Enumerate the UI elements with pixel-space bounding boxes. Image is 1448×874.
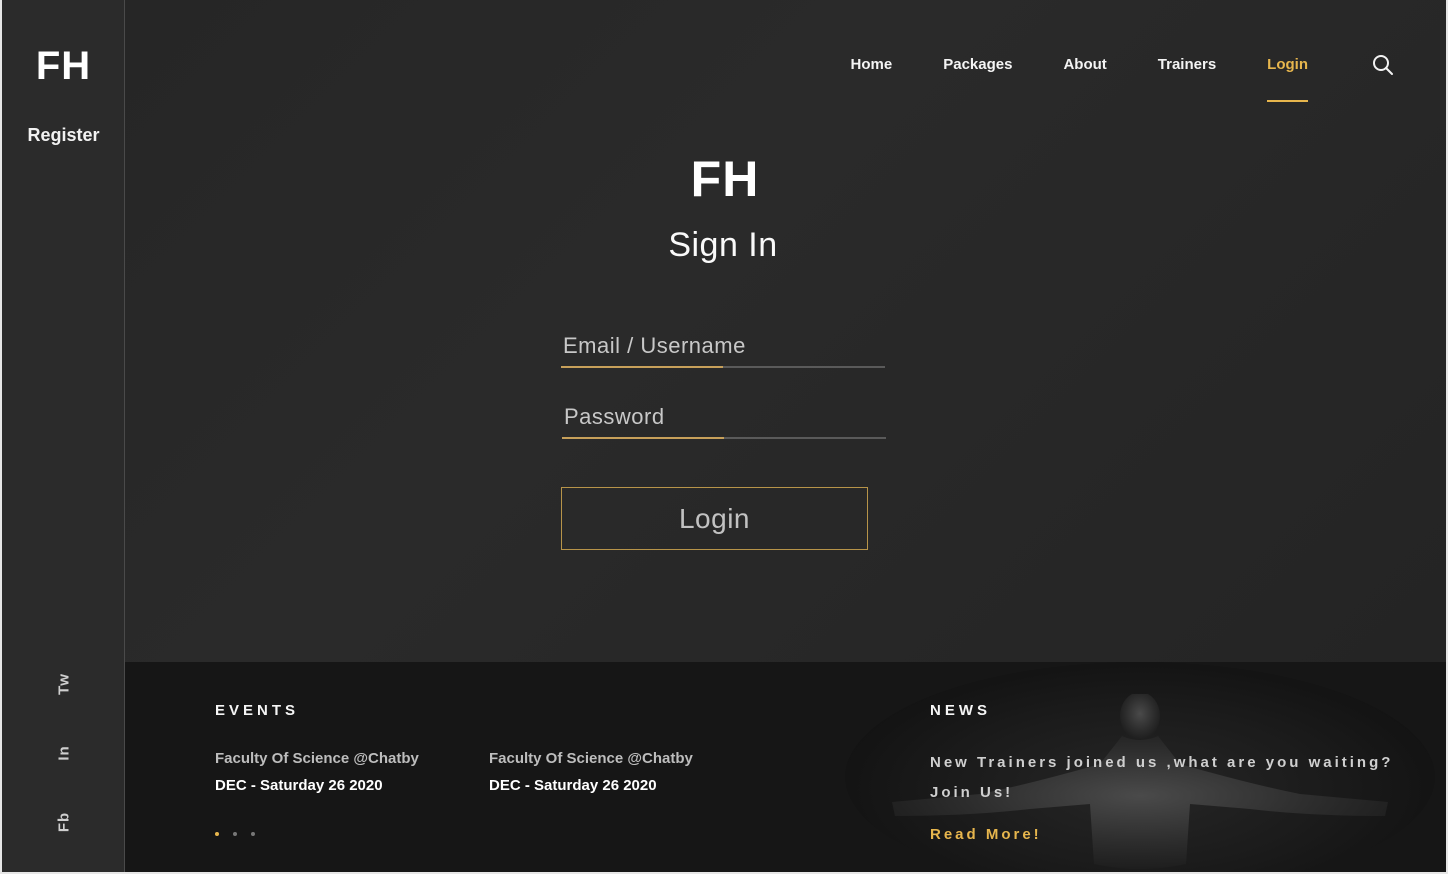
read-more-link[interactable]: Read More!	[930, 826, 1042, 843]
password-field[interactable]	[562, 397, 886, 437]
news-text: New Trainers joined us ,what are you wai…	[930, 748, 1410, 808]
event-item[interactable]: Faculty Of Science @Chatby DEC - Saturda…	[489, 750, 729, 794]
sidebar-brand-logo[interactable]: FH	[2, 44, 125, 89]
nav-packages[interactable]: Packages	[943, 56, 1012, 73]
pagination-dot[interactable]	[215, 832, 219, 836]
page-title: Sign In	[668, 226, 778, 264]
linkedin-link[interactable]: In	[56, 745, 73, 760]
login-button[interactable]: Login	[561, 487, 868, 550]
register-link[interactable]: Register	[2, 125, 125, 146]
nav-login[interactable]: Login	[1267, 56, 1308, 102]
hero-logo: FH	[690, 151, 760, 207]
pagination-dot[interactable]	[233, 832, 237, 836]
event-place: Faculty Of Science @Chatby	[215, 750, 419, 767]
events-pagination	[215, 832, 255, 836]
main-content: Home Packages About Trainers Login FH Si…	[125, 0, 1446, 662]
event-item[interactable]: Faculty Of Science @Chatby DEC - Saturda…	[215, 750, 455, 794]
facebook-link[interactable]: Fb	[56, 812, 73, 832]
footer: EVENTS Faculty Of Science @Chatby DEC - …	[125, 662, 1446, 872]
event-date: DEC - Saturday 26 2020	[489, 777, 657, 794]
news-text-line: New Trainers joined us ,what are you wai…	[930, 754, 1394, 771]
nav-about[interactable]: About	[1063, 56, 1106, 73]
top-nav: Home Packages About Trainers Login	[800, 56, 1308, 102]
event-date: DEC - Saturday 26 2020	[215, 777, 383, 794]
news-title: NEWS	[930, 702, 991, 719]
pagination-dot[interactable]	[251, 832, 255, 836]
nav-trainers[interactable]: Trainers	[1158, 56, 1216, 73]
twitter-link[interactable]: Tw	[56, 673, 73, 695]
news-text-line: Join Us!	[930, 784, 1014, 801]
nav-home[interactable]: Home	[851, 56, 893, 73]
event-place: Faculty Of Science @Chatby	[489, 750, 693, 767]
password-field-wrapper	[562, 397, 886, 439]
email-field[interactable]	[561, 326, 885, 366]
sidebar: FH Register Tw In Fb	[2, 0, 125, 872]
search-icon[interactable]	[1372, 54, 1394, 76]
email-field-wrapper	[561, 326, 885, 368]
events-title: EVENTS	[215, 702, 300, 719]
